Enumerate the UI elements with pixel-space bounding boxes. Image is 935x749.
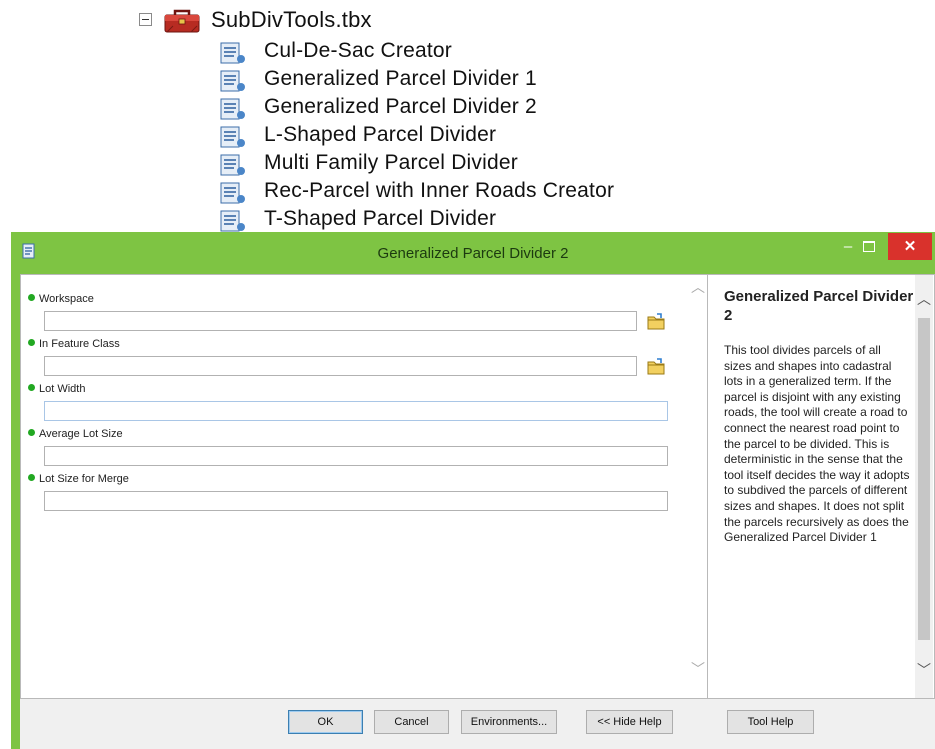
minimize-button[interactable]: –	[837, 238, 859, 256]
param-label-lot-width: Lot Width	[28, 383, 85, 395]
param-label-text: Workspace	[39, 293, 94, 305]
average-lot-size-input[interactable]	[44, 446, 668, 466]
required-dot-icon	[28, 429, 35, 436]
param-label-text: Lot Size for Merge	[39, 473, 129, 485]
required-dot-icon	[28, 384, 35, 391]
in-feature-class-input[interactable]	[44, 356, 637, 376]
param-label-average-lot-size: Average Lot Size	[28, 428, 123, 440]
tool-label: L-Shaped Parcel Divider	[264, 123, 497, 146]
close-button[interactable]: ✕	[888, 233, 932, 260]
catalog-tree: SubDivTools.tbx Cul-De-Sac Creator Gener…	[0, 0, 935, 232]
maximize-button[interactable]	[863, 241, 875, 252]
lot-size-for-merge-input[interactable]	[44, 491, 668, 511]
environments-button[interactable]: Environments...	[461, 710, 557, 734]
required-dot-icon	[28, 339, 35, 346]
tool-label: Generalized Parcel Divider 1	[264, 67, 537, 90]
param-label-text: In Feature Class	[39, 338, 120, 350]
chevron-down-icon[interactable]: ﹀	[917, 663, 931, 677]
tool-label: Rec-Parcel with Inner Roads Creator	[264, 179, 615, 202]
help-title: Generalized Parcel Divider 2	[724, 288, 914, 324]
tool-label: T-Shaped Parcel Divider	[264, 207, 497, 230]
collapse-minus-icon[interactable]	[139, 13, 152, 26]
param-label-text: Lot Width	[39, 383, 86, 395]
required-dot-icon	[28, 474, 35, 481]
chevron-up-icon[interactable]: ︿	[917, 292, 931, 306]
browse-folder-icon[interactable]	[645, 310, 667, 332]
toolbox-icon	[164, 9, 200, 33]
cancel-button[interactable]: Cancel	[374, 710, 449, 734]
script-tool-icon	[220, 98, 245, 120]
param-label-lot-size-for-merge: Lot Size for Merge	[28, 473, 129, 485]
script-tool-icon	[220, 126, 245, 148]
ok-button[interactable]: OK	[288, 710, 363, 734]
param-label-workspace: Workspace	[28, 293, 94, 305]
hide-help-button[interactable]: << Hide Help	[586, 710, 673, 734]
required-dot-icon	[28, 294, 35, 301]
dialog-footer: OK Cancel Environments... << Hide Help T…	[20, 699, 935, 749]
param-label-text: Average Lot Size	[39, 428, 123, 440]
toolbox-label[interactable]: SubDivTools.tbx	[211, 7, 372, 33]
tool-label: Multi Family Parcel Divider	[264, 151, 518, 174]
tool-help-button[interactable]: Tool Help	[727, 710, 814, 734]
help-pane: Generalized Parcel Divider 2 This tool d…	[708, 274, 935, 699]
script-tool-icon	[220, 210, 245, 232]
tool-dialog: Generalized Parcel Divider 2 – ✕ Workspa…	[11, 232, 935, 749]
dialog-title: Generalized Parcel Divider 2	[377, 245, 569, 262]
param-label-in-feature-class: In Feature Class	[28, 338, 120, 350]
title-bar[interactable]: Generalized Parcel Divider 2 – ✕	[11, 232, 935, 274]
browse-folder-icon[interactable]	[645, 355, 667, 377]
tool-label: Generalized Parcel Divider 2	[264, 95, 537, 118]
help-body: This tool divides parcels of all sizes a…	[724, 343, 910, 545]
parameters-scrollbar[interactable]: ︿ ﹀	[688, 275, 707, 698]
lot-width-input[interactable]	[44, 401, 668, 421]
tool-label: Cul-De-Sac Creator	[264, 39, 452, 62]
chevron-down-icon[interactable]: ﹀	[691, 662, 705, 676]
script-tool-icon	[220, 182, 245, 204]
workspace-input[interactable]	[44, 311, 637, 331]
parameters-pane: Workspace In Feature Class Lot Width Ave…	[20, 274, 708, 699]
script-tool-icon	[220, 42, 245, 64]
help-scrollbar[interactable]: ︿ ﹀	[915, 275, 933, 698]
script-tool-icon	[220, 70, 245, 92]
scrollbar-thumb[interactable]	[918, 318, 930, 640]
script-tool-icon	[220, 154, 245, 176]
chevron-up-icon[interactable]: ︿	[691, 280, 705, 294]
